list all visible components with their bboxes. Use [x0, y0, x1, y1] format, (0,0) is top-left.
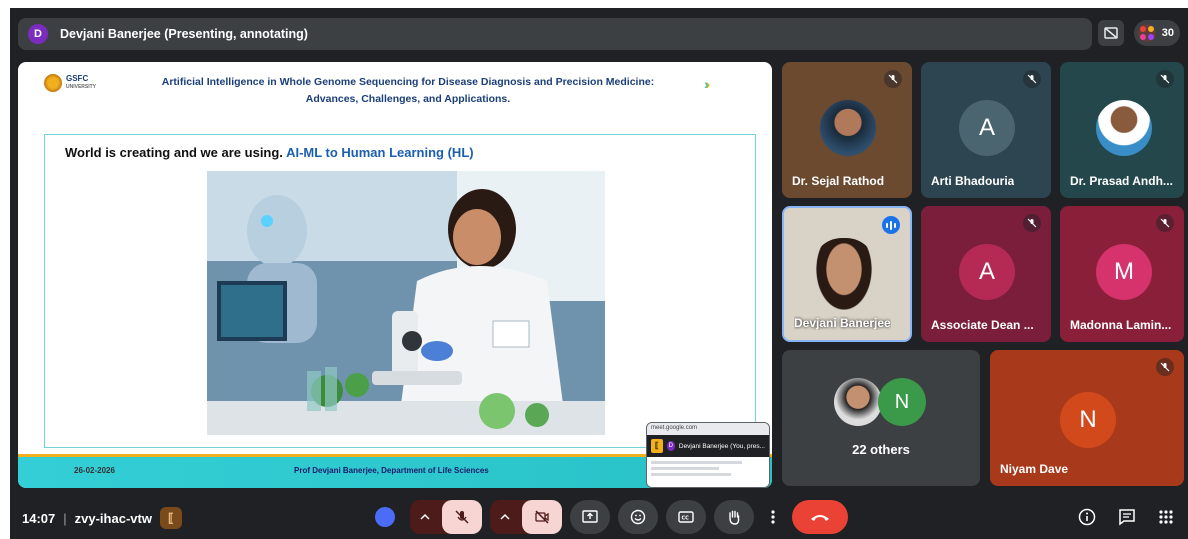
mic-toggle-button[interactable] [410, 500, 482, 534]
participant-name: Dr. Sejal Rathod [792, 174, 885, 188]
participants-icon [1137, 24, 1156, 42]
participant-name: Madonna Lamin... [1070, 318, 1172, 332]
others-photo [834, 378, 882, 426]
emoji-button[interactable] [618, 500, 658, 534]
participant-avatar: A [959, 100, 1015, 156]
camera-off-icon[interactable] [522, 500, 562, 534]
captions-button[interactable]: CC [666, 500, 706, 534]
participant-avatar: N [1060, 392, 1116, 448]
clock-time: 14:07 [22, 510, 56, 526]
end-call-icon [811, 515, 829, 521]
slide-title-line1: Artificial Intelligence in Whole Genome … [161, 76, 655, 88]
activities-icon[interactable]: ⟦ [159, 507, 182, 529]
preview-avatar: D [666, 441, 675, 451]
meeting-code: zvy-ihac-vtw [74, 510, 152, 526]
activities-icon: ⟦ [651, 439, 663, 453]
chat-icon[interactable] [1118, 508, 1136, 526]
raise-hand-button[interactable] [714, 500, 754, 534]
participant-video [812, 238, 876, 316]
blue-dot-icon [375, 507, 395, 527]
headline-prefix: World is creating and we are using. [65, 145, 283, 160]
footer-date: 26-02-2026 [74, 466, 115, 475]
more-vertical-icon [771, 510, 775, 524]
participant-avatar: A [959, 244, 1015, 300]
leave-call-button[interactable] [792, 500, 848, 534]
svg-text:CC: CC [682, 516, 690, 522]
participant-avatar: M [1096, 244, 1152, 300]
captions-icon: CC [678, 511, 694, 523]
mic-off-icon [1156, 70, 1174, 88]
others-avatar: N [878, 378, 926, 426]
control-bar: 14:07 | zvy-ihac-vtw ⟦ CC [10, 494, 1188, 539]
double-chevron-icon: ›› [704, 76, 710, 92]
chevron-up-icon[interactable] [500, 513, 510, 521]
meet-window: D Devjani Banerjee (Presenting, annotati… [10, 8, 1188, 539]
slide-title-line2: Advances, Challenges, and Applications. [305, 93, 511, 105]
participant-count-chip[interactable]: 30 [1133, 20, 1180, 46]
presenter-title: Devjani Banerjee (Presenting, annotating… [60, 27, 308, 41]
preview-url: meet.google.com [647, 423, 769, 435]
divider: | [63, 510, 67, 526]
speaking-indicator-icon [882, 216, 900, 234]
headline-highlight: AI-ML to Human Learning (HL) [286, 145, 474, 160]
mic-off-icon [1023, 70, 1041, 88]
participant-count: 30 [1161, 27, 1174, 39]
present-button[interactable] [570, 500, 610, 534]
university-logo: GSFC UNIVERSITY [44, 74, 96, 92]
others-label: 22 others [852, 442, 910, 457]
participant-name: Arti Bhadouria [931, 174, 1015, 188]
participant-photo [820, 100, 876, 156]
emoji-icon [630, 509, 646, 525]
participant-name: Associate Dean ... [931, 318, 1034, 332]
logo-subtext: UNIVERSITY [66, 84, 97, 90]
chevron-up-icon[interactable] [420, 513, 430, 521]
participant-tile[interactable]: A Arti Bhadouria [921, 62, 1051, 198]
camera-toggle-button[interactable] [490, 500, 562, 534]
participant-tile[interactable]: Dr. Prasad Andh... [1060, 62, 1184, 198]
presenter-bar[interactable]: D Devjani Banerjee (Presenting, annotati… [18, 18, 1092, 50]
logo-sun-icon [44, 74, 62, 92]
preview-label: Devjani Banerjee (You, pres... [678, 442, 765, 450]
participant-tile[interactable]: N Niyam Dave [990, 350, 1184, 486]
self-preview-thumbnail[interactable]: meet.google.com ⟦ D Devjani Banerjee (Yo… [646, 422, 770, 488]
info-icon[interactable] [1078, 508, 1096, 526]
others-tile[interactable]: N 22 others [782, 350, 980, 486]
hand-icon [729, 510, 740, 525]
slide-title: Artificial Intelligence in Whole Genome … [118, 74, 698, 108]
participant-tile[interactable]: A Associate Dean ... [921, 206, 1051, 342]
participant-tile[interactable]: M Madonna Lamin... [1060, 206, 1184, 342]
mic-off-icon [1156, 214, 1174, 232]
slide-content: World is creating and we are using. AI-M… [44, 134, 756, 448]
stop-presenting-icon[interactable] [1097, 20, 1124, 46]
more-options-button[interactable] [762, 500, 784, 534]
participant-name: Dr. Prasad Andh... [1070, 174, 1173, 188]
participant-name: Devjani Banerjee [794, 316, 891, 330]
footer-presenter: Prof Devjani Banerjee, Department of Lif… [294, 466, 489, 475]
mic-off-icon[interactable] [442, 500, 482, 534]
presenter-avatar: D [28, 24, 48, 44]
logo-text: GSFC [66, 74, 89, 83]
participant-tile-active-speaker[interactable]: Devjani Banerjee [782, 206, 912, 342]
participant-name: Niyam Dave [1000, 462, 1069, 476]
mic-off-icon [884, 70, 902, 88]
avatar-effects-button[interactable] [368, 500, 402, 534]
present-screen-icon [582, 510, 598, 523]
mic-off-icon [1023, 214, 1041, 232]
participant-tile[interactable]: Dr. Sejal Rathod [782, 62, 912, 198]
mic-off-icon [1156, 358, 1174, 376]
slide-headline: World is creating and we are using. AI-M… [65, 145, 474, 160]
activities-grid-icon[interactable] [1158, 509, 1174, 525]
slide-illustration [207, 171, 605, 435]
participant-photo [1096, 100, 1152, 156]
